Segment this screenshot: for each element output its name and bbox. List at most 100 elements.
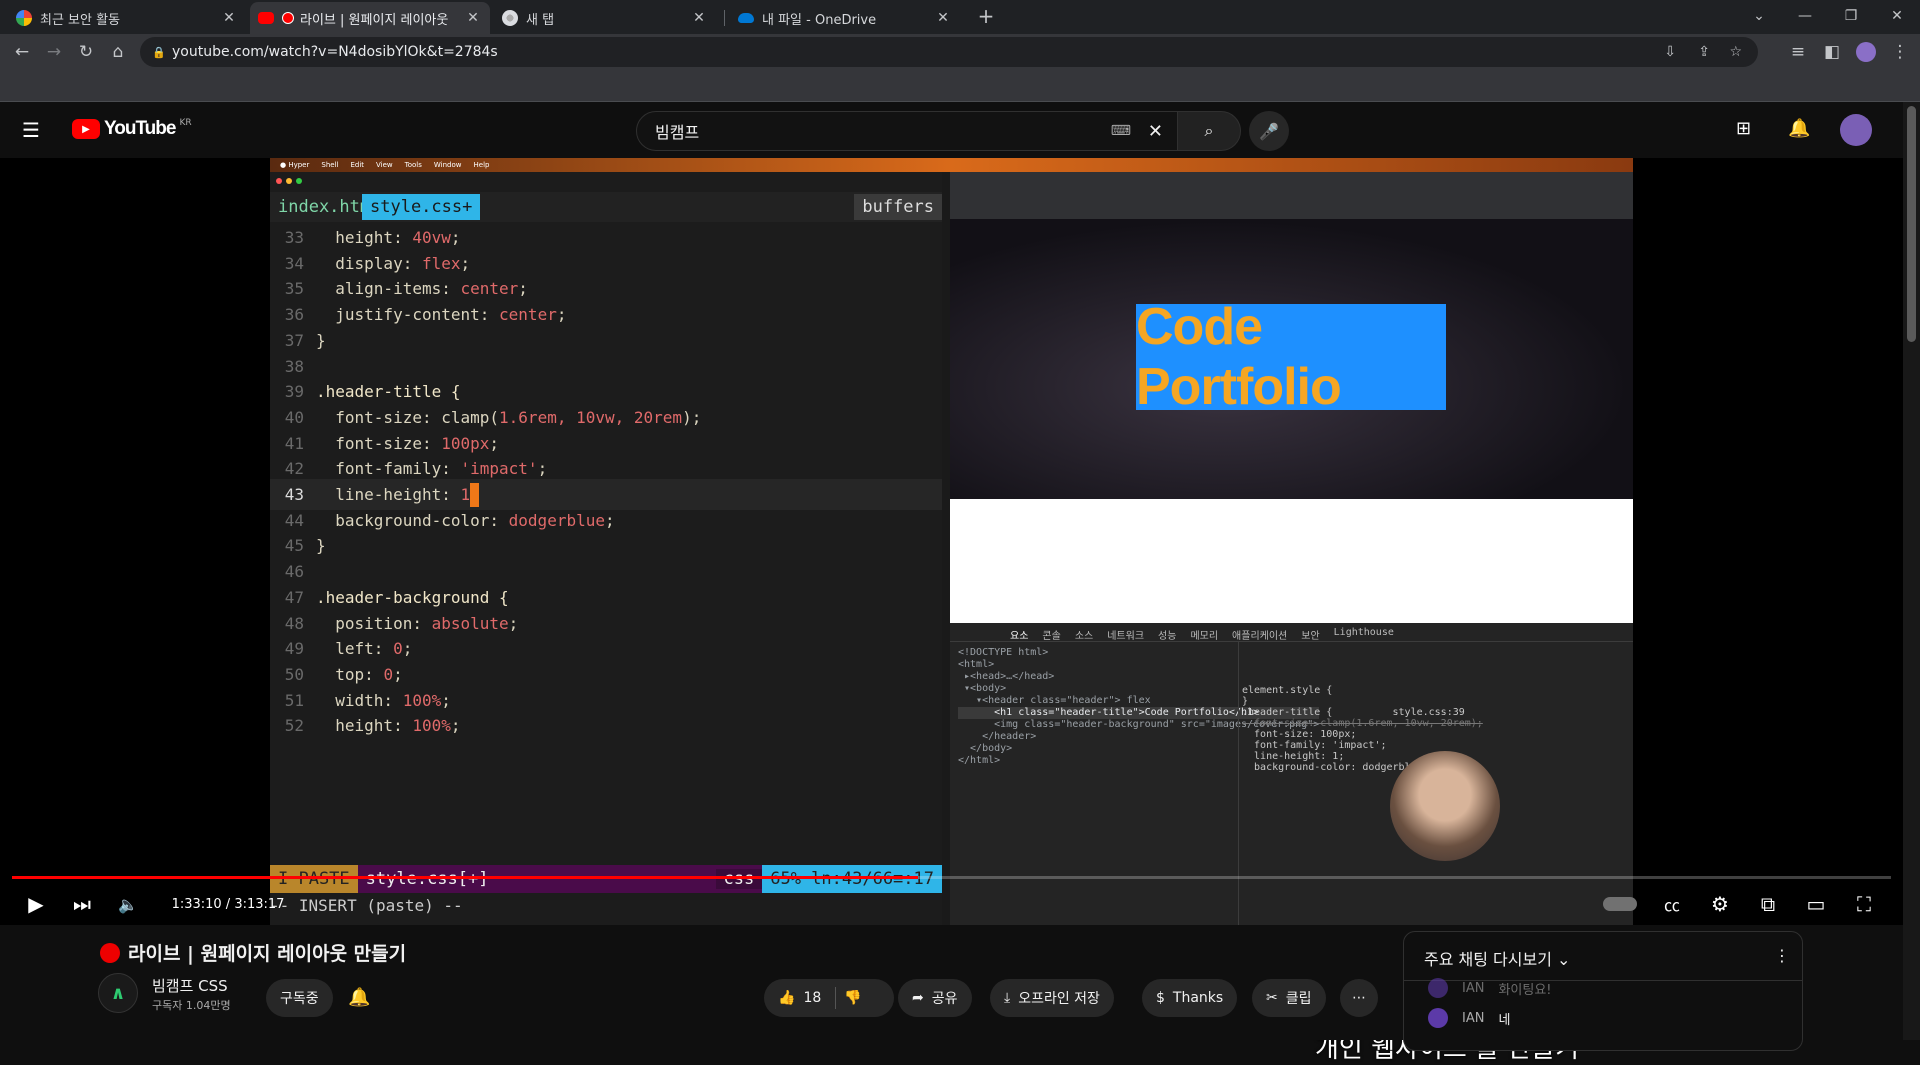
subtitles-icon[interactable]: ㏄	[1652, 883, 1692, 925]
video-title-row: 라이브 | 원페이지 레이아웃 만들기	[100, 939, 406, 966]
search-input[interactable]: 빔캠프 ⌨ ✕	[636, 111, 1178, 151]
devtools-tab[interactable]: 네트워크	[1107, 627, 1144, 642]
code-value: 0	[393, 639, 403, 659]
tab-separator	[724, 10, 725, 26]
search-query: 빔캠프	[655, 123, 700, 142]
forward-icon[interactable]: →	[42, 40, 66, 64]
reading-list-icon[interactable]: ≡	[1786, 40, 1810, 64]
tab-search-icon[interactable]: ⌄	[1736, 0, 1782, 32]
clear-search-icon[interactable]: ✕	[1148, 121, 1163, 142]
restore-button[interactable]: ❐	[1828, 0, 1874, 32]
download-button[interactable]: ⤓ 오프라인 저장	[990, 979, 1114, 1017]
video-title: 라이브 | 원페이지 레이아웃 만들기	[128, 943, 407, 965]
code-property: font-size:	[316, 433, 442, 453]
share-arrow-icon: ➦	[912, 990, 924, 1006]
bookmark-star-icon[interactable]: ☆	[1729, 44, 1742, 60]
code-property: line-height:	[316, 485, 461, 504]
code-punctuation: ;	[537, 459, 548, 479]
chrome-icon	[502, 10, 518, 26]
account-avatar[interactable]	[1840, 114, 1872, 146]
devtools-tab[interactable]: 보안	[1301, 627, 1319, 642]
preview-page-body	[950, 499, 1633, 623]
devtools-tab[interactable]: 요소	[1010, 627, 1028, 642]
preview-browser-chrome	[950, 172, 1633, 219]
chat-menu-icon[interactable]: ⋮	[1774, 946, 1790, 965]
page-scrollbar[interactable]	[1903, 102, 1920, 1040]
profile-avatar[interactable]	[1854, 40, 1878, 64]
close-tab-icon[interactable]: ✕	[934, 10, 952, 26]
code-punctuation: ;	[556, 305, 567, 325]
code-line: 52 height: 100%;	[270, 710, 942, 741]
thanks-button[interactable]: $ Thanks	[1142, 979, 1238, 1017]
preview-header: Code Portfolio	[950, 219, 1633, 499]
channel-avatar[interactable]: ∧	[98, 973, 138, 1013]
clip-button[interactable]: ✂ 클립	[1252, 979, 1326, 1017]
address-bar[interactable]: 🔒 youtube.com/watch?v=N4dosibYlOk&t=2784…	[140, 37, 1758, 67]
volume-icon[interactable]: 🔈	[110, 883, 146, 925]
chat-header[interactable]: 주요 채팅 다시보기 ⌄	[1424, 946, 1570, 970]
player-controls: ▶ ⏭ 🔈 1:33:10 / 3:13:17 ㏄ ⚙ ⧉ ▭ ⛶	[0, 883, 1903, 925]
url-text: youtube.com/watch?v=N4dosibYlOk&t=2784s	[172, 44, 498, 60]
devtools-tab[interactable]: 메모리	[1190, 627, 1218, 642]
play-button[interactable]: ▶	[18, 883, 54, 925]
download-label: 오프라인 저장	[1018, 991, 1100, 1007]
like-count[interactable]: 18	[803, 990, 821, 1006]
devtools-tab[interactable]: 성능	[1158, 627, 1176, 642]
keyboard-icon[interactable]: ⌨	[1111, 123, 1131, 139]
chat-text: 화이팅요!	[1498, 982, 1552, 998]
miniplayer-icon[interactable]: ⧉	[1748, 883, 1788, 925]
progress-bar[interactable]	[12, 876, 1891, 879]
autoplay-toggle[interactable]	[1600, 883, 1640, 925]
devtools-tabs: 요소 콘솔 소스 네트워크 성능 메모리 애플리케이션 보안 Lighthouse	[1010, 627, 1394, 642]
devtools-tab[interactable]: Lighthouse	[1334, 627, 1394, 642]
kebab-menu-icon[interactable]: ⋮	[1888, 40, 1912, 64]
close-tab-icon[interactable]: ✕	[464, 10, 482, 26]
browser-tab[interactable]: 최근 보안 활동 ✕	[8, 2, 246, 34]
video-frame[interactable]: ● Hyper Shell Edit View Tools Window Help inde…	[270, 158, 1633, 925]
tab-title: 새 탭	[526, 12, 555, 28]
close-window-button[interactable]: ✕	[1874, 0, 1920, 32]
video-player[interactable]: ● Hyper Shell Edit View Tools Window Help inde…	[0, 158, 1903, 1064]
install-icon[interactable]: ⇩	[1664, 44, 1676, 60]
scrollbar-thumb[interactable]	[1907, 106, 1916, 342]
code-punctuation: ;	[518, 279, 528, 299]
line-number: 36	[284, 305, 304, 325]
browser-toolbar: ← → ↻ ⌂ 🔒 youtube.com/watch?v=N4dosibYlO…	[0, 34, 1920, 70]
create-video-icon[interactable]: ⊞	[1736, 118, 1751, 139]
youtube-logo[interactable]: ▶ YouTube KR	[72, 118, 192, 140]
share-button[interactable]: ➦ 공유	[898, 979, 972, 1017]
devtools-tab[interactable]: 소스	[1075, 627, 1093, 642]
css-rule-line: font-family: 'impact';	[1242, 740, 1387, 751]
close-tab-icon[interactable]: ✕	[690, 10, 708, 26]
minimize-button[interactable]: —	[1782, 0, 1828, 32]
line-number: 51	[284, 690, 304, 710]
channel-name[interactable]: 빔캠프 CSS	[152, 975, 228, 996]
notifications-bell-icon[interactable]: 🔔	[1788, 118, 1810, 139]
more-horizontal-icon: ⋯	[1352, 990, 1366, 1006]
home-icon[interactable]: ⌂	[106, 40, 130, 64]
fullscreen-icon[interactable]: ⛶	[1844, 883, 1884, 925]
side-panel-icon[interactable]: ◧	[1820, 40, 1844, 64]
browser-tab[interactable]: 새 탭 ✕	[494, 2, 716, 34]
theater-mode-icon[interactable]: ▭	[1796, 883, 1836, 925]
next-button[interactable]: ⏭	[64, 883, 100, 925]
search-button[interactable]: ⌕	[1177, 111, 1241, 151]
hamburger-menu-icon[interactable]: ☰	[22, 118, 46, 142]
notification-bell-icon[interactable]: 🔔	[348, 987, 370, 1008]
voice-search-button[interactable]: 🎤	[1249, 111, 1289, 151]
browser-tab-active[interactable]: 라이브 | 원페이지 레이아웃 ✕	[250, 2, 490, 34]
browser-tab[interactable]: 내 파일 - OneDrive ✕	[730, 2, 960, 34]
back-icon[interactable]: ←	[10, 40, 34, 64]
settings-gear-icon[interactable]: ⚙	[1700, 883, 1740, 925]
more-actions-button[interactable]: ⋯	[1340, 979, 1378, 1017]
thumbs-down-icon[interactable]: 👎	[844, 990, 861, 1006]
devtools-tab[interactable]: 콘솔	[1042, 627, 1060, 642]
close-tab-icon[interactable]: ✕	[220, 10, 238, 26]
new-tab-button[interactable]: +	[962, 0, 1010, 32]
subscribed-button[interactable]: 구독중	[266, 979, 333, 1017]
devtools-tab[interactable]: 애플리케이션	[1232, 627, 1287, 642]
thumbs-up-icon[interactable]: 👍	[778, 990, 795, 1006]
time-display: 1:33:10 / 3:13:17	[171, 896, 285, 912]
reload-icon[interactable]: ↻	[74, 40, 98, 64]
share-icon[interactable]: ⇪	[1698, 44, 1710, 60]
